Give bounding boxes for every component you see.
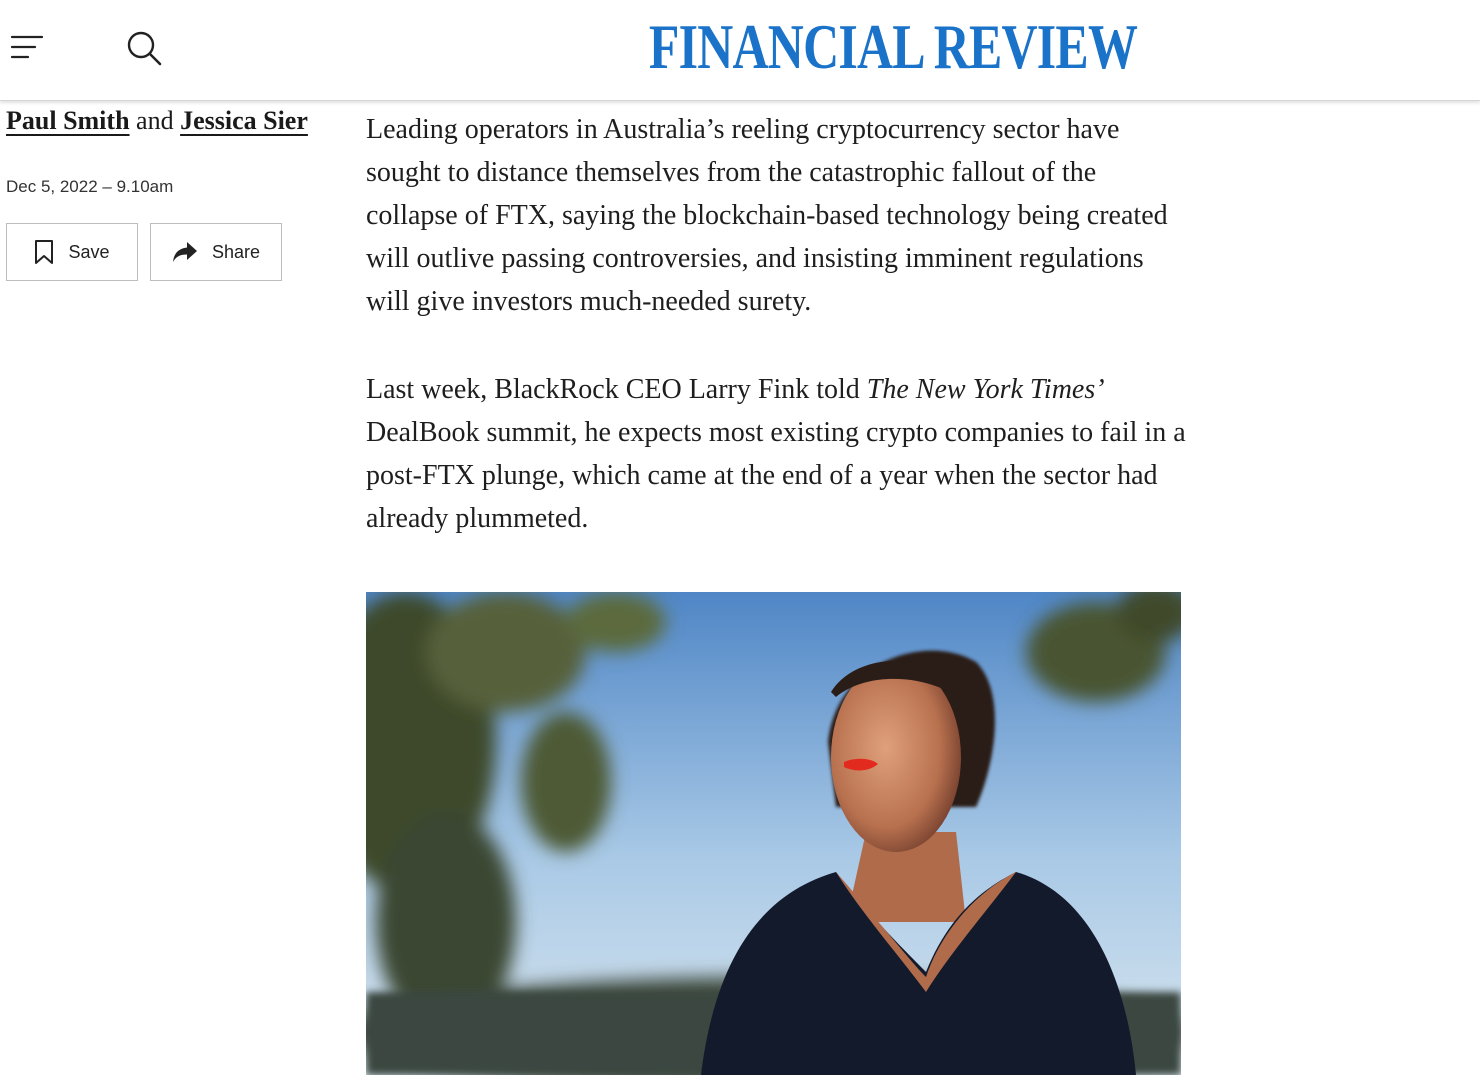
article-photo (366, 592, 1181, 1075)
search-icon[interactable] (124, 28, 164, 68)
byline: Paul Smith and Jessica Sier (6, 106, 308, 136)
save-label: Save (68, 241, 110, 262)
bookmark-icon (34, 239, 54, 265)
byline-conjunction: and (136, 106, 174, 135)
site-logo[interactable]: FINANCIAL REVIEW (649, 11, 1138, 82)
share-button[interactable]: Share (150, 223, 282, 281)
publish-date: Dec 5, 2022 – 9.10am (6, 177, 174, 196)
paragraph-text: DealBook summit, he expects most existin… (366, 417, 1186, 534)
paragraph-text: Last week, BlackRock CEO Larry Fink told (366, 374, 867, 405)
article-paragraph: Last week, BlackRock CEO Larry Fink told… (366, 368, 1186, 540)
save-button[interactable]: Save (6, 223, 138, 281)
article-paragraph: Leading operators in Australia’s reeling… (366, 114, 1168, 317)
site-header: FINANCIAL REVIEW (0, 0, 1480, 101)
author-link[interactable]: Paul Smith (6, 106, 130, 135)
share-label: Share (211, 241, 261, 262)
author-link[interactable]: Jessica Sier (180, 106, 308, 135)
article-body: Leading operators in Australia’s reeling… (366, 108, 1186, 585)
share-arrow-icon (172, 241, 198, 263)
menu-icon[interactable] (10, 32, 46, 62)
publication-title: The New York Times’ (866, 374, 1105, 405)
